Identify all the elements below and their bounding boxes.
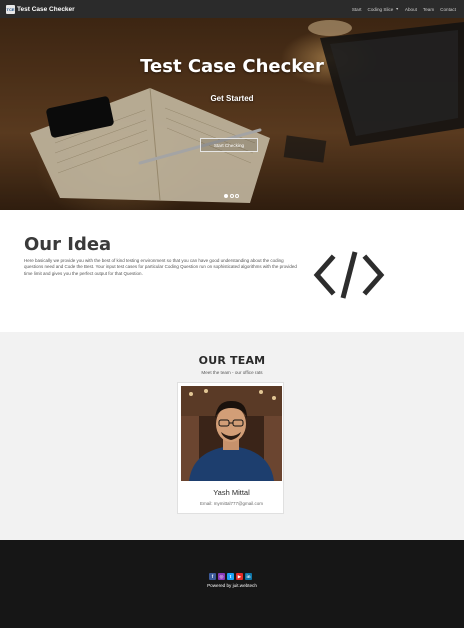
footer: f ◎ t ▶ in Powered by juit.webtech [0, 540, 464, 628]
hero-carousel: Test Case Checker Get Started Start Chec… [0, 18, 464, 210]
brand-title[interactable]: Test Case Checker [17, 6, 75, 13]
social-links: f ◎ t ▶ in [209, 573, 254, 580]
nav-link-coding-slice[interactable]: Coding Slice ▼ [368, 7, 399, 12]
brand-logo-text: TCE [6, 6, 15, 12]
carousel-dot-1[interactable] [224, 194, 228, 198]
linkedin-icon[interactable]: in [245, 573, 252, 580]
code-icon [313, 251, 385, 299]
instagram-icon[interactable]: ◎ [218, 573, 225, 580]
nav-link-contact[interactable]: Contact [440, 7, 456, 12]
team-member-photo [181, 386, 282, 481]
start-checking-button[interactable]: Start Checking [200, 138, 258, 152]
powered-by-text: Powered by juit.webtech [207, 583, 257, 588]
hero-background-image [0, 18, 464, 210]
hero-subtitle: Get Started [210, 94, 254, 103]
team-member-card[interactable]: Yash Mittal Email: mymittal777@gmail.com [177, 382, 284, 514]
idea-title: Our Idea [24, 234, 112, 255]
carousel-dot-3[interactable] [235, 194, 239, 198]
team-member-email[interactable]: Email: mymittal777@gmail.com [178, 501, 285, 506]
nav-link-team[interactable]: Team [423, 7, 434, 12]
team-member-name: Yash Mittal [213, 488, 250, 497]
nav-link-coding-slice-label: Coding Slice [367, 6, 394, 12]
youtube-icon[interactable]: ▶ [236, 573, 243, 580]
team-subtitle: Meet the team - our office rats [201, 370, 263, 375]
facebook-icon[interactable]: f [209, 573, 216, 580]
nav-link-about[interactable]: About [405, 7, 417, 12]
twitter-icon[interactable]: t [227, 573, 234, 580]
brand-logo: TCE [6, 4, 15, 14]
nav-links: Start Coding Slice ▼ About Team Contact [346, 0, 456, 18]
team-title: OUR TEAM [198, 354, 266, 367]
nav-link-start[interactable]: Start [352, 7, 362, 12]
idea-section: Our Idea Here basically we provide you w… [0, 210, 464, 332]
navbar: TCE Test Case Checker Start Coding Slice… [0, 0, 464, 18]
chevron-down-icon: ▼ [395, 7, 399, 11]
carousel-indicators [224, 194, 241, 198]
team-section: OUR TEAM Meet the team - our office rats [0, 332, 464, 540]
carousel-dot-2[interactable] [229, 194, 234, 198]
brand[interactable]: TCE Test Case Checker [6, 4, 75, 14]
hero-title: Test Case Checker [140, 56, 324, 77]
idea-text: Here basically we provide you with the b… [24, 258, 297, 276]
